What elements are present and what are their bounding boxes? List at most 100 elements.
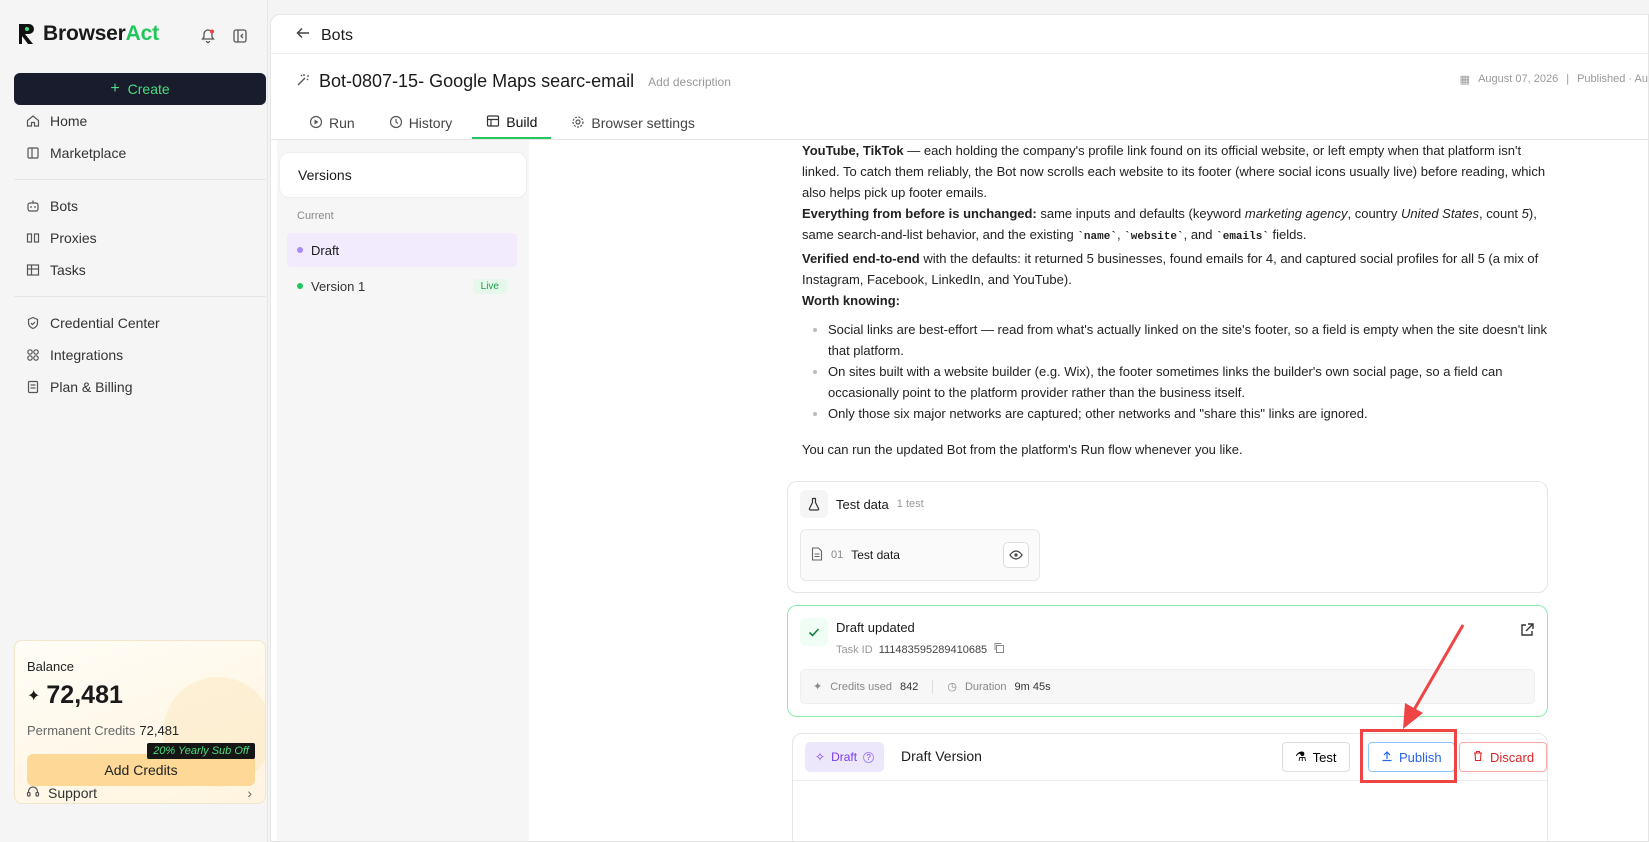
test-data-item[interactable]: 01 Test data xyxy=(800,529,1040,581)
balance-value: ✦ 72,481 xyxy=(27,681,123,709)
main-nav: Home Marketplace Bots Proxies Tasks Cred… xyxy=(14,105,266,403)
headset-icon xyxy=(26,785,40,802)
task-id: 111483595289410685 xyxy=(878,643,988,656)
notification-bell-icon[interactable] xyxy=(199,27,217,45)
bot-title[interactable]: Bot-0807-15- Google Maps searc-email xyxy=(319,71,634,92)
bot-title-row: Bot-0807-15- Google Maps searc-email Add… xyxy=(295,71,731,92)
task-id-row: Task ID 111483595289410685 xyxy=(836,642,1005,657)
breadcrumb: Bots xyxy=(295,25,353,46)
breadcrumb-bots[interactable]: Bots xyxy=(321,27,353,45)
version-item-1[interactable]: Version 1 Live xyxy=(287,269,517,303)
main-panel: Bots Bot-0807-15- Google Maps searc-emai… xyxy=(270,14,1649,842)
tasks-icon xyxy=(26,263,40,277)
logo[interactable]: BrowserAct xyxy=(17,22,159,46)
balance-label: Balance xyxy=(27,659,74,674)
calendar-icon: ▦ xyxy=(1459,74,1471,86)
message-paragraph: YouTube, TikTok — each holding the compa… xyxy=(802,143,1546,200)
list-item: Social links are best-effort — read from… xyxy=(828,319,1562,361)
notes-list: Social links are best-effort — read from… xyxy=(828,319,1562,424)
versions-panel: Versions Current Draft Version 1 Live xyxy=(277,140,529,841)
message-closing: You can run the updated Bot from the pla… xyxy=(802,442,1243,457)
code-website: `website` xyxy=(1124,231,1184,243)
home-icon xyxy=(26,114,40,128)
tab-build[interactable]: Build xyxy=(472,107,552,139)
eye-icon[interactable] xyxy=(1003,542,1029,568)
stat-divider xyxy=(932,679,934,694)
test-data-card: Test data 1 test 01 Test data xyxy=(787,481,1548,593)
version-item-draft[interactable]: Draft xyxy=(287,233,517,267)
plus-icon: + xyxy=(110,80,120,97)
tab-browser-settings[interactable]: Browser settings xyxy=(557,107,708,139)
assistant-message: YouTube, TikTok — each holding the compa… xyxy=(802,140,1562,460)
add-description-link[interactable]: Add description xyxy=(648,75,731,89)
sparkle-icon: ✧ xyxy=(815,750,826,764)
trash-icon xyxy=(1472,750,1484,765)
copy-icon[interactable] xyxy=(993,642,1005,657)
brand-name: BrowserAct xyxy=(43,22,159,45)
test-count: 1 test xyxy=(896,498,924,510)
sidebar-collapse-icon[interactable] xyxy=(231,27,249,45)
discard-button[interactable]: Discard xyxy=(1459,742,1548,772)
shield-icon xyxy=(26,316,40,330)
sidebar-item-home[interactable]: Home xyxy=(14,105,266,137)
flask-icon xyxy=(800,490,828,518)
bot-status: Published · Au xyxy=(1577,73,1648,85)
file-icon xyxy=(811,546,823,564)
permanent-credits: Permanent Credits 72,481 xyxy=(27,723,180,738)
list-item: Only those six major networks are captur… xyxy=(828,403,1562,424)
live-dot xyxy=(297,283,303,289)
draft-badge: ✧ Draft ? xyxy=(805,742,885,772)
draft-updated-title: Draft updated xyxy=(836,620,915,635)
promo-badge: 20% Yearly Sub Off xyxy=(147,743,255,759)
magic-wand-icon xyxy=(295,72,311,91)
header-divider xyxy=(271,53,1648,54)
create-button[interactable]: + Create xyxy=(14,73,266,105)
sidebar-item-marketplace[interactable]: Marketplace xyxy=(14,137,266,169)
message-paragraph: Everything from before is unchanged: sam… xyxy=(802,206,1537,243)
check-icon xyxy=(800,618,828,646)
publish-highlight-box xyxy=(1360,729,1457,783)
chevron-right-icon: › xyxy=(247,785,252,801)
sidebar-item-credential-center[interactable]: Credential Center xyxy=(14,307,266,339)
tab-history[interactable]: History xyxy=(375,107,467,139)
annotation-arrow-icon xyxy=(1403,624,1465,729)
sidebar-item-plan-billing[interactable]: Plan & Billing xyxy=(14,371,266,403)
sidebar-item-tasks[interactable]: Tasks xyxy=(14,254,266,286)
proxy-icon xyxy=(26,231,40,245)
test-data-title: Test data xyxy=(836,496,889,512)
message-paragraph: Verified end-to-end with the defaults: i… xyxy=(802,251,1539,287)
support-link[interactable]: Support › xyxy=(14,778,266,808)
flask-icon: ⚗ xyxy=(1295,749,1307,764)
message-paragraph: Worth knowing: xyxy=(802,293,900,308)
store-icon xyxy=(26,146,40,160)
tab-run[interactable]: Run xyxy=(295,107,369,139)
nav-divider xyxy=(14,296,266,297)
sidebar-item-integrations[interactable]: Integrations xyxy=(14,339,266,371)
test-button[interactable]: ⚗ Test xyxy=(1282,742,1350,772)
clock-icon: ◷ xyxy=(947,681,957,693)
bot-date: August 07, 2026 xyxy=(1478,73,1559,85)
nav-divider xyxy=(14,179,266,180)
versions-header: Versions xyxy=(279,152,527,198)
play-icon xyxy=(309,115,323,132)
back-arrow-icon[interactable] xyxy=(295,25,311,46)
sparkle-icon: ✦ xyxy=(27,687,41,705)
clock-icon xyxy=(389,115,403,132)
draft-version-title: Draft Version xyxy=(901,748,982,764)
billing-icon xyxy=(26,380,40,394)
sidebar-item-proxies[interactable]: Proxies xyxy=(14,222,266,254)
build-icon xyxy=(486,114,500,131)
sidebar-item-bots[interactable]: Bots xyxy=(14,190,266,222)
meta-separator: | xyxy=(1566,73,1570,85)
help-icon[interactable]: ? xyxy=(863,751,875,763)
current-label: Current xyxy=(297,210,334,222)
bot-meta: ▦ August 07, 2026 | Published · Au xyxy=(1460,73,1648,86)
logo-icon xyxy=(19,24,34,44)
integrations-icon xyxy=(26,348,40,362)
code-emails: `emails` xyxy=(1216,231,1269,243)
external-link-icon[interactable] xyxy=(1519,622,1535,641)
gear-icon xyxy=(571,115,585,132)
draft-dot xyxy=(297,247,303,253)
live-badge: Live xyxy=(472,278,507,294)
code-name: `name` xyxy=(1077,231,1117,243)
